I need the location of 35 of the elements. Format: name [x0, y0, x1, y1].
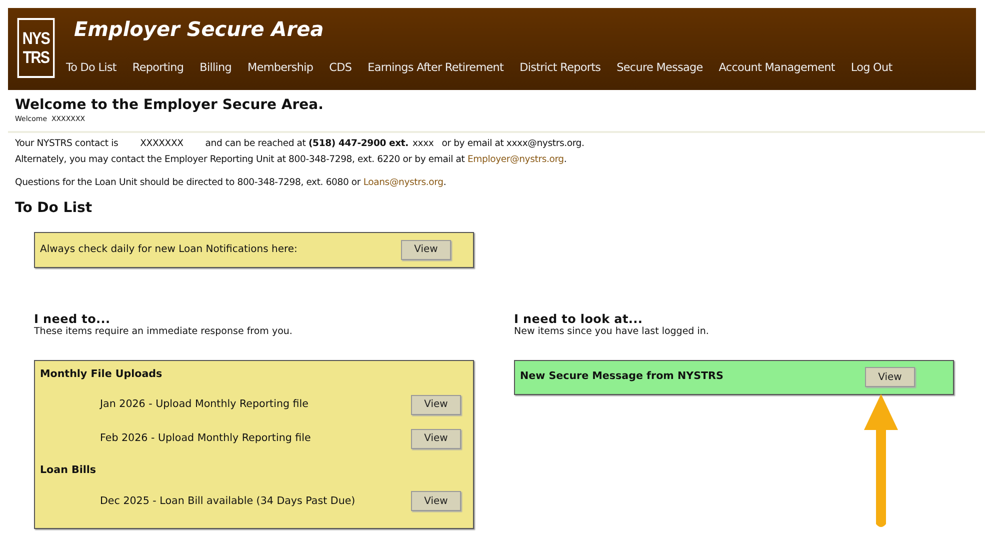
view-button[interactable]: View: [411, 394, 461, 415]
nav-link[interactable]: Billing: [200, 60, 232, 77]
notice-text: Always check daily for new Loan Notifications here:: [40, 243, 298, 257]
view-button[interactable]: View: [401, 240, 451, 260]
welcome-heading: Welcome to the Employer Secure Area.: [15, 97, 324, 114]
nav-link[interactable]: Log Out: [850, 60, 892, 77]
nav-link[interactable]: Membership: [248, 60, 314, 77]
section-subtext: New items since you have last logged in.: [514, 326, 710, 336]
view-button[interactable]: View: [411, 428, 461, 449]
nav-link[interactable]: District Reports: [520, 60, 601, 77]
group-title: Loan Bills: [40, 462, 98, 478]
site-title: Employer Secure Area: [74, 16, 325, 42]
section-heading: To Do List: [15, 198, 94, 218]
contact-paragraph: Alternately, you may contact the Employer Reporting Unit at 800-348-7298, ext. 6220 or by email at Employer@nystrs.org.: [15, 154, 568, 164]
logo: NYS TRS: [17, 18, 55, 78]
task-text: Feb 2026 - Upload Monthly Reporting file: [100, 431, 311, 446]
view-button[interactable]: View: [411, 491, 461, 512]
nav-link[interactable]: Earnings After Retirement: [368, 60, 504, 77]
message-text: New Secure Message from NYSTRS: [520, 369, 724, 384]
view-button[interactable]: View: [865, 367, 915, 387]
task-text: Dec 2025 - Loan Bill available (34 Days Past Due): [100, 494, 356, 509]
section-subtext: These items require an immediate response from you.: [34, 326, 294, 336]
contact-paragraph: Questions for the Loan Unit should be directed to 800-348-7298, ext. 6080 or Loans@nystrs.org.: [15, 176, 448, 188]
nav-link[interactable]: Secure Message: [616, 60, 703, 77]
section-heading: I need to look at...: [514, 312, 644, 326]
section-heading: I need to...: [34, 312, 112, 326]
nav-link[interactable]: Reporting: [132, 60, 184, 77]
nav-link[interactable]: CDS: [329, 60, 352, 77]
nav-link[interactable]: To Do List: [66, 60, 116, 77]
email-link[interactable]: Loans@nystrs.org: [363, 176, 444, 188]
task-text: Jan 2026 - Upload Monthly Reporting file: [100, 397, 308, 412]
email-link[interactable]: Employer@nystrs.org: [467, 154, 564, 164]
nav-link[interactable]: Account Management: [718, 60, 835, 77]
contact-paragraph: Your NYSTRS contact is XXXXXXX and can be reached at (518) 447-2900 ext. xxxx or by email at xxxx@nystrs.org.: [15, 138, 586, 148]
group-title: Monthly File Uploads: [40, 366, 164, 382]
